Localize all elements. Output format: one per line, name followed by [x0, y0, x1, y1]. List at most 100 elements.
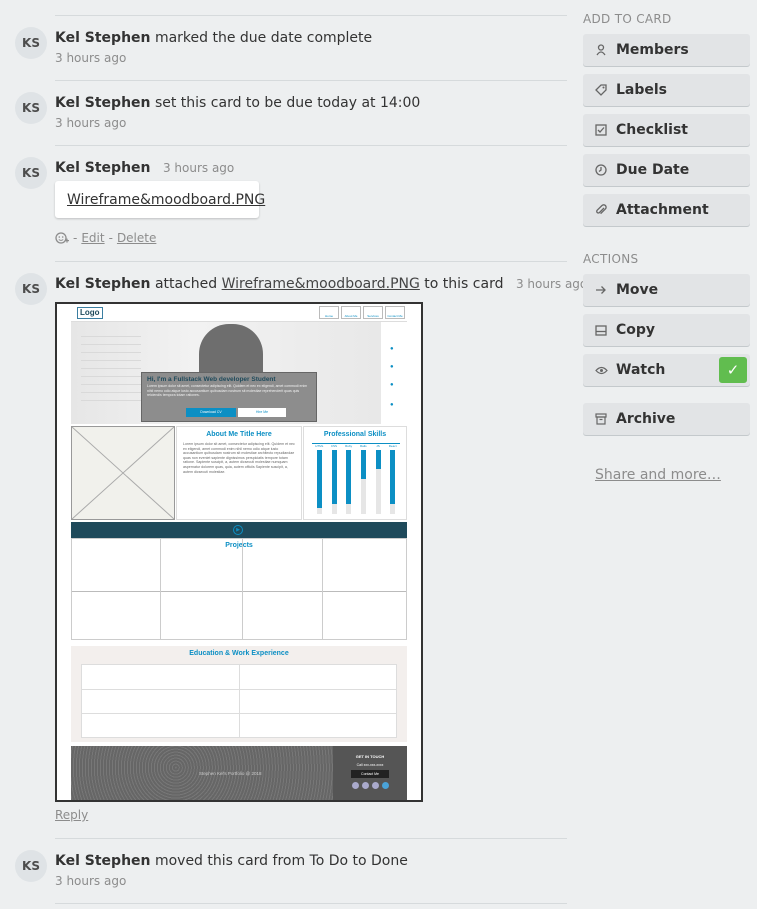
wireframe-hero: Hi, I'm a Fullstack Web developer Studen… — [71, 322, 381, 424]
watch-label: Watch — [616, 362, 666, 378]
activity-entry: Kel Stephen attached Wireframe&moodboard… — [55, 276, 587, 292]
wireframe-page: Logo Home About Me Services Contact Me H… — [71, 304, 407, 800]
reply-link[interactable]: Reply — [55, 808, 88, 822]
divider — [55, 15, 567, 16]
author-name[interactable]: Kel Stephen — [55, 30, 151, 46]
watch-checked-icon[interactable]: ✓ — [719, 357, 747, 383]
skill-bar-fill — [390, 450, 396, 505]
delete-comment-link[interactable]: Delete — [117, 231, 156, 245]
skill-label: HTML — [315, 444, 324, 448]
wireframe-social-bar: ● ● ● ● — [381, 322, 407, 424]
footer-call: Call xxx-xxx-xxxx — [356, 763, 384, 767]
checklist-button[interactable]: Checklist — [583, 114, 750, 146]
archive-icon — [594, 413, 608, 425]
hero-text: Lorem ipsum dolor sit amet, consectetur … — [147, 384, 308, 397]
timestamp[interactable]: 3 hours ago — [55, 51, 126, 65]
tag-icon — [594, 84, 608, 96]
avatar[interactable]: KS — [15, 157, 47, 189]
attachment-name[interactable]: Wireframe&moodboard.PNG — [67, 192, 265, 208]
arrow-right-icon — [594, 285, 608, 295]
avatar[interactable]: KS — [15, 850, 47, 882]
edit-comment-link[interactable]: Edit — [81, 231, 104, 245]
timestamp[interactable]: 3 hours ago — [55, 116, 126, 130]
attachment-preview-image[interactable]: Logo Home About Me Services Contact Me H… — [55, 302, 423, 802]
hero-download-button: Download CV — [186, 408, 236, 417]
checklist-label: Checklist — [616, 122, 688, 138]
skill-label: JS — [376, 444, 380, 448]
share-and-more-link[interactable]: Share and more… — [595, 467, 721, 483]
projects-title: Projects — [225, 542, 253, 549]
wireframe-education: Education & Work Experience — [71, 646, 407, 742]
labels-button[interactable]: Labels — [583, 74, 750, 106]
googleplus-icon: ● — [390, 382, 394, 388]
members-label: Members — [616, 42, 689, 58]
about-text: Lorem ipsum dolor sit amet, consectetur … — [183, 442, 295, 474]
author-name[interactable]: Kel Stephen — [55, 160, 151, 176]
activity-entry: Kel Stephen set this card to be due toda… — [55, 95, 420, 111]
wireframe-header: Logo Home About Me Services Contact Me — [71, 304, 407, 322]
attachment-button[interactable]: Attachment — [583, 194, 750, 226]
hero-title: Hi, I'm a Fullstack Web developer Studen… — [147, 376, 276, 383]
comment-attachment-link[interactable]: Wireframe&moodboard.PNG — [55, 181, 265, 218]
activity-text: attached — [154, 276, 218, 292]
wireframe-image-placeholder — [71, 426, 175, 520]
attachment-link[interactable]: Wireframe&moodboard.PNG — [222, 276, 420, 292]
hero-code-texture — [81, 336, 141, 406]
activity-text: marked the due date complete — [154, 30, 373, 46]
timestamp[interactable]: 3 hours ago — [55, 874, 126, 888]
skills-chart: HTML CSS Ruby Rails JS React — [312, 443, 400, 515]
education-table — [81, 664, 397, 738]
footer-contact-button: Contact Me — [351, 770, 389, 778]
skill-bar-fill — [360, 450, 366, 479]
github-icon: ● — [390, 364, 394, 370]
skill-label: React — [388, 444, 397, 448]
due-date-button[interactable]: Due Date — [583, 154, 750, 186]
attachment-label: Attachment — [616, 202, 709, 218]
author-name[interactable]: Kel Stephen — [55, 853, 151, 869]
skill-bar-fill — [346, 450, 352, 505]
footer-copyright: Stephen Kel's Portfolio @ 2018 — [199, 771, 262, 776]
copy-button[interactable]: Copy — [583, 314, 750, 346]
wireframe-skills: Professional Skills HTML CSS Ruby Rails JS Re… — [303, 426, 407, 520]
avatar[interactable]: KS — [15, 92, 47, 124]
add-reaction-icon[interactable] — [55, 231, 69, 245]
skill-bar — [346, 450, 352, 514]
person-icon — [594, 44, 608, 56]
activity-entry: Kel Stephen moved this card from To Do t… — [55, 853, 408, 869]
social-icon — [381, 782, 389, 789]
members-button[interactable]: Members — [583, 34, 750, 66]
skill-bar-fill — [316, 450, 322, 508]
avatar[interactable]: KS — [15, 27, 47, 59]
divider — [55, 903, 567, 904]
footer-get-in-touch: GET IN TOUCH — [355, 754, 385, 759]
youtube-icon: ● — [390, 402, 394, 408]
activity-text: to this card — [424, 276, 504, 292]
clock-icon — [594, 164, 608, 176]
skill-bar-fill — [331, 450, 337, 505]
wireframe-nav: Home About Me Services Contact Me — [319, 306, 405, 319]
wireframe-projects: Projects — [71, 538, 407, 640]
skill-bar — [390, 450, 396, 514]
divider — [55, 145, 567, 146]
comment-header: Kel Stephen 3 hours ago — [55, 160, 234, 176]
activity-text: moved this card from To Do to Done — [154, 853, 408, 869]
move-button[interactable]: Move — [583, 274, 750, 306]
author-name[interactable]: Kel Stephen — [55, 95, 151, 111]
skills-title: Professional Skills — [323, 431, 387, 438]
skill-bar — [331, 450, 337, 514]
hero-card: Hi, I'm a Fullstack Web developer Studen… — [141, 372, 317, 422]
wireframe-nav-item: Home — [319, 306, 339, 319]
avatar[interactable]: KS — [15, 273, 47, 305]
timestamp[interactable]: 3 hours ago — [516, 277, 587, 291]
wireframe-nav-item: About Me — [341, 306, 361, 319]
timestamp[interactable]: 3 hours ago — [163, 161, 234, 175]
skill-label: Rails — [359, 444, 367, 448]
skill-bar-fill — [375, 450, 381, 470]
archive-button[interactable]: Archive — [583, 403, 750, 435]
education-title: Education & Work Experience — [189, 650, 289, 657]
paperclip-icon — [594, 204, 608, 216]
author-name[interactable]: Kel Stephen — [55, 276, 151, 292]
skill-bar — [375, 450, 381, 514]
eye-icon — [594, 366, 608, 375]
add-to-card-heading: ADD TO CARD — [583, 12, 672, 26]
